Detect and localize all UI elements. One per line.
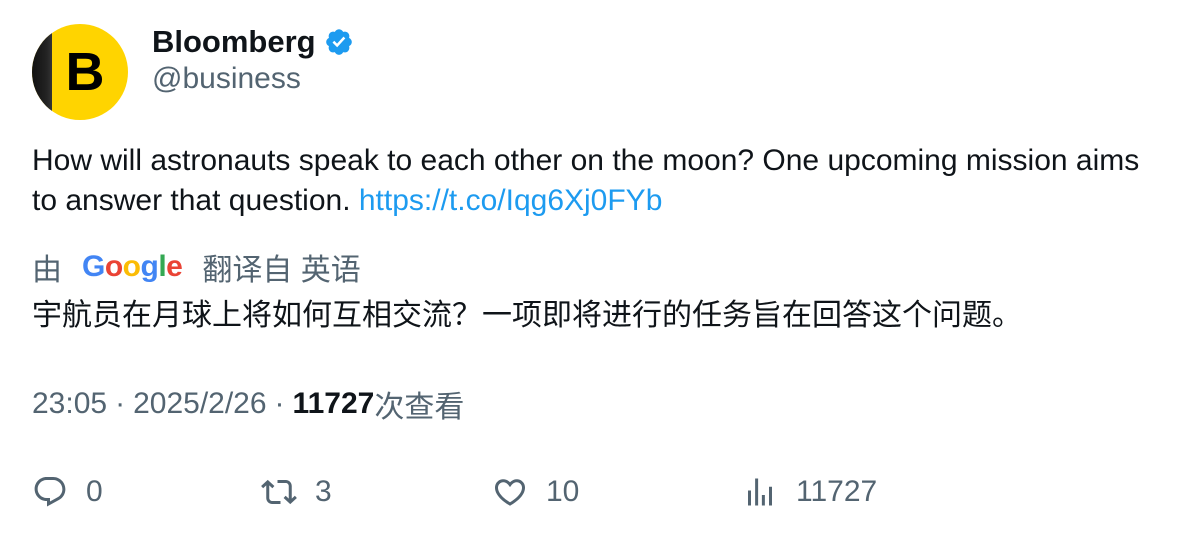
author-name-row: Bloomberg (152, 22, 354, 62)
tweet-text: How will astronauts speak to each other … (32, 141, 1172, 221)
meta-separator: · (115, 387, 126, 420)
translated-text: 宇航员在月球上将如何互相交流？一项即将进行的任务旨在回答这个问题。 (32, 299, 1022, 332)
like-count: 10 (546, 475, 580, 508)
tweet-link[interactable]: https://t.co/Iqg6Xj0FYb (359, 184, 663, 217)
author-name[interactable]: Bloomberg (152, 24, 316, 60)
views-button[interactable]: 11727 (742, 470, 877, 514)
views-action-count: 11727 (796, 475, 878, 508)
verified-badge-icon (324, 27, 354, 57)
tweet-time[interactable]: 23:05 (32, 387, 107, 421)
avatar-shade (32, 24, 52, 120)
meta-separator: · (274, 387, 285, 420)
retweet-button[interactable]: 3 (261, 470, 332, 514)
retweet-icon (261, 479, 297, 505)
translation-suffix: 翻译自 英语 (202, 254, 361, 287)
reply-button[interactable]: 0 (32, 470, 103, 514)
reply-icon (34, 477, 66, 507)
action-bar: 0 3 10 11727 (0, 470, 1196, 514)
translation-prefix: 由 (32, 254, 62, 287)
author-handle[interactable]: @business (152, 62, 301, 96)
retweet-count: 3 (315, 475, 332, 508)
avatar[interactable]: B (32, 24, 128, 120)
reply-count: 0 (86, 475, 103, 508)
views-label: 次查看 (374, 391, 465, 424)
views-count: 11727 (292, 387, 375, 420)
google-logo: Google (82, 250, 183, 283)
tweet-date[interactable]: 2025/2/26 (133, 387, 266, 421)
tweet-card: B Bloomberg @business How will astronaut… (0, 0, 1196, 538)
analytics-icon (748, 478, 772, 506)
like-button[interactable]: 10 (492, 470, 579, 514)
heart-icon (494, 479, 526, 506)
translation-attribution[interactable]: 由 Google 翻译自 英语 (32, 246, 361, 288)
tweet-meta: 23:05 · 2025/2/26 · 11727 次查看 (32, 384, 464, 424)
avatar-letter: B (65, 42, 105, 102)
